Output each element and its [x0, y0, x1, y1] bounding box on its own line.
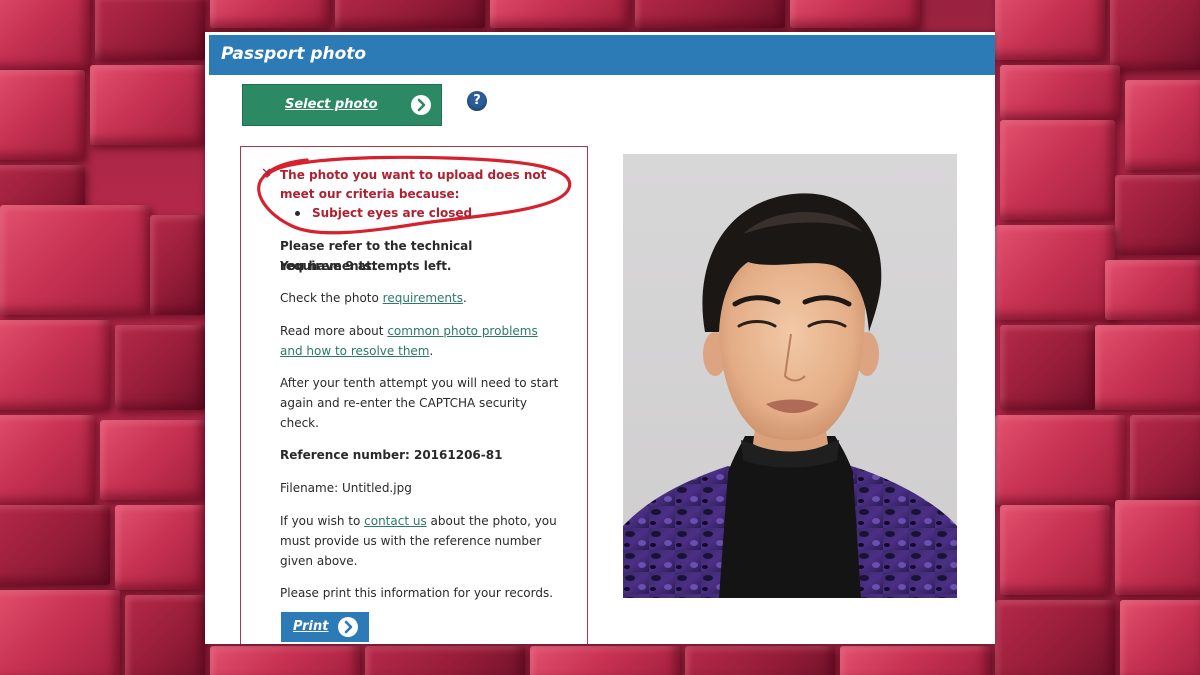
arrow-circle-icon	[411, 95, 431, 115]
check-requirements-text: Check the photo requirements.	[280, 291, 467, 305]
background-cube	[1000, 325, 1095, 410]
background-cube	[1000, 65, 1120, 120]
background-cube	[365, 646, 525, 675]
background-cube	[995, 415, 1125, 505]
background-cube	[1095, 325, 1200, 410]
background-cube	[995, 0, 1105, 60]
background-cube	[995, 600, 1115, 675]
background-cube	[1110, 0, 1200, 70]
contact-us-link[interactable]: contact us	[364, 514, 427, 528]
portrait-image	[623, 193, 957, 598]
error-reason-text: Subject eyes are closed	[312, 206, 473, 220]
print-note: Please print this information for your r…	[280, 586, 554, 600]
page-title: Passport photo	[221, 44, 367, 64]
background-cube	[1115, 500, 1200, 595]
background-cube	[1105, 260, 1200, 320]
uploaded-photo	[623, 154, 957, 598]
select-photo-button[interactable]: Select photo	[242, 84, 442, 126]
reference-number: Reference number: 20161206-81	[280, 448, 503, 462]
print-label: Print	[293, 619, 329, 634]
select-photo-label: Select photo	[285, 97, 378, 112]
background-cube	[115, 505, 205, 590]
error-reason: Subject eyes are closed	[295, 206, 472, 220]
filename-text: Filename: Untitled.jpg	[280, 481, 412, 495]
background-cube	[1115, 175, 1200, 255]
background-cube	[490, 0, 630, 28]
tenth-attempt-text: After your tenth attempt you will need t…	[280, 376, 559, 430]
background-cube	[0, 505, 110, 585]
contact-text: If you wish to contact us about the phot…	[280, 514, 557, 568]
error-message: The photo you want to upload does not me…	[280, 168, 547, 201]
background-cube	[150, 215, 205, 315]
header-bar: Passport photo	[209, 35, 995, 75]
background-cube	[0, 205, 150, 315]
background-cube	[1125, 80, 1200, 170]
background-cube	[90, 65, 205, 145]
close-icon: ✕	[261, 166, 272, 181]
background-cube	[1000, 505, 1110, 595]
background-cube	[125, 595, 205, 675]
background-cube	[0, 0, 90, 70]
background-cube	[790, 0, 920, 28]
background-cube	[210, 0, 330, 28]
requirements-link[interactable]: requirements	[383, 291, 463, 305]
passport-photo-window: Passport photo Select photo ? ✕ The phot…	[205, 32, 995, 644]
background-cube	[335, 0, 485, 28]
background-cube	[100, 420, 205, 500]
background-cube	[0, 320, 110, 410]
background-cube	[115, 325, 205, 410]
attempts-text: You have 9 attempts left.	[280, 259, 452, 273]
arrow-circle-icon	[338, 617, 358, 637]
background-cube	[1130, 415, 1200, 505]
background-cube	[530, 646, 680, 675]
background-cube	[1120, 600, 1200, 675]
background-cube	[210, 646, 360, 675]
help-icon[interactable]: ?	[467, 91, 487, 111]
read-more-text: Read more about common photo problems an…	[280, 324, 538, 358]
background-cube	[0, 415, 95, 505]
background-cube	[0, 70, 85, 160]
background-cube	[685, 646, 835, 675]
background-cube	[635, 0, 785, 28]
background-cube	[995, 225, 1115, 320]
background-cube	[1000, 120, 1115, 220]
background-cube	[840, 646, 990, 675]
print-button[interactable]: Print	[281, 612, 369, 642]
background-cube	[95, 0, 205, 60]
background-cube	[0, 590, 120, 675]
